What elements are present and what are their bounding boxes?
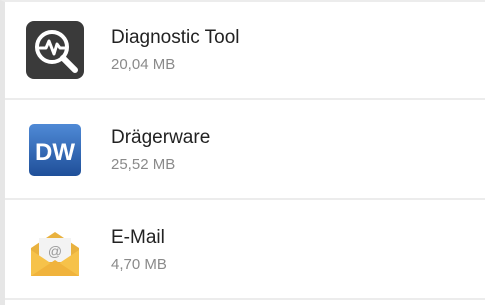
draegerware-icon-text: DW: [35, 139, 75, 166]
app-texts: Drägerware 25,52 MB: [111, 127, 210, 174]
app-name: Diagnostic Tool: [111, 26, 240, 48]
list-item-diagnostic-tool[interactable]: Diagnostic Tool 20,04 MB: [5, 2, 485, 100]
email-icon: @: [25, 220, 85, 280]
app-texts: E-Mail 4,70 MB: [111, 227, 167, 274]
app-size: 4,70 MB: [111, 255, 167, 273]
draegerware-icon: DW: [25, 120, 85, 180]
app-list: Diagnostic Tool 20,04 MB DW Drägerware 2…: [0, 0, 485, 305]
list-item-email[interactable]: @ E-Mail 4,70 MB: [5, 202, 485, 300]
app-texts: Diagnostic Tool 20,04 MB: [111, 27, 240, 74]
app-size: 25,52 MB: [111, 155, 176, 173]
email-icon-at-symbol: @: [48, 243, 62, 259]
app-size: 20,04 MB: [111, 55, 176, 73]
list-item-draegerware[interactable]: DW Drägerware 25,52 MB: [5, 102, 485, 200]
diagnostic-tool-icon: [25, 20, 85, 80]
app-name: E-Mail: [111, 226, 165, 248]
app-name: Drägerware: [111, 126, 211, 148]
